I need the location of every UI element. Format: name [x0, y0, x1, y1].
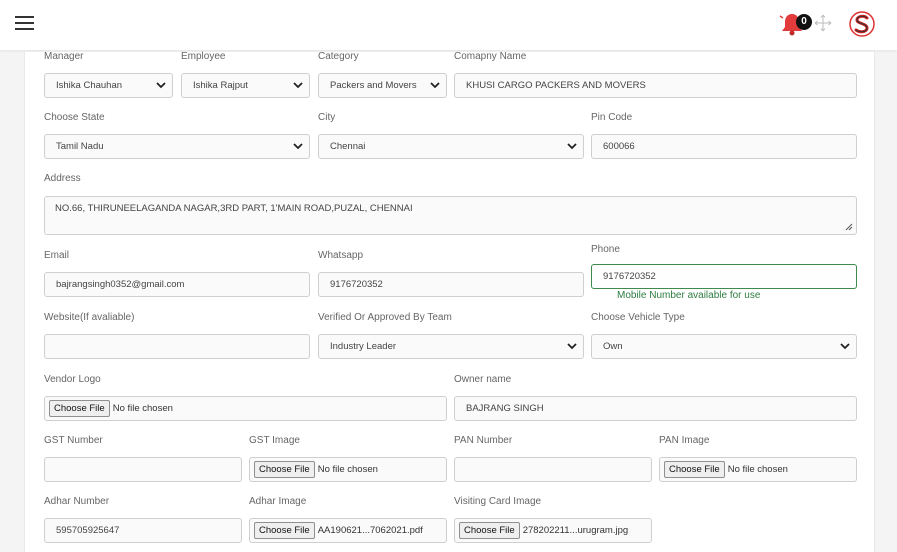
- adhar-image-file-input[interactable]: Choose File AA190621...7062021.pdf: [249, 518, 447, 543]
- employee-label: Employee: [181, 51, 226, 62]
- chevron-down-icon: [293, 82, 303, 89]
- pan-number-label: PAN Number: [454, 435, 513, 446]
- state-select[interactable]: Tamil Nadu: [44, 134, 310, 159]
- pincode-input[interactable]: 600066: [591, 134, 857, 159]
- choose-file-button[interactable]: Choose File: [459, 522, 520, 539]
- employee-value: Ishika Rajput: [193, 80, 248, 91]
- city-label: City: [318, 112, 336, 123]
- vehicle-type-value: Own: [603, 341, 623, 352]
- category-value: Packers and Movers: [330, 80, 417, 91]
- verified-label: Verified Or Approved By Team: [318, 312, 452, 323]
- category-label: Category: [318, 51, 359, 62]
- verified-value: Industry Leader: [330, 341, 397, 352]
- pan-image-label: PAN Image: [659, 435, 710, 446]
- move-icon[interactable]: [814, 14, 832, 32]
- choose-file-button[interactable]: Choose File: [254, 461, 315, 478]
- category-select[interactable]: Packers and Movers: [318, 73, 447, 98]
- file-name: No file chosen: [112, 403, 173, 414]
- state-label: Choose State: [44, 112, 105, 123]
- resize-grip-icon[interactable]: [845, 223, 853, 231]
- adhar-image-label: Adhar Image: [249, 496, 307, 507]
- chevron-down-icon: [567, 143, 577, 150]
- choose-file-button[interactable]: Choose File: [664, 461, 725, 478]
- whatsapp-input[interactable]: 9176720352: [318, 272, 584, 297]
- company-name-input[interactable]: KHUSI CARGO PACKERS AND MOVERS: [454, 73, 857, 98]
- state-value: Tamil Nadu: [56, 141, 104, 152]
- company-name-label: Comapny Name: [454, 51, 527, 62]
- phone-helper-text: Mobile Number available for use: [617, 290, 761, 301]
- pan-image-file-input[interactable]: Choose File No file chosen: [659, 457, 857, 482]
- visiting-card-file-input[interactable]: Choose File 278202211...urugram.jpg: [454, 518, 652, 543]
- manager-value: Ishika Chauhan: [56, 80, 123, 91]
- gst-number-label: GST Number: [44, 435, 103, 446]
- adhar-number-label: Adhar Number: [44, 496, 110, 507]
- address-value: NO.66, THIRUNEELAGANDA NAGAR,3RD PART, 1…: [55, 203, 413, 214]
- chevron-down-icon: [430, 82, 440, 89]
- chevron-down-icon: [156, 82, 166, 89]
- chevron-down-icon: [840, 343, 850, 350]
- website-label: Website(If avaliable): [44, 312, 135, 323]
- hamburger-icon[interactable]: [15, 16, 34, 30]
- email-label: Email: [44, 250, 70, 261]
- address-textarea[interactable]: NO.66, THIRUNEELAGANDA NAGAR,3RD PART, 1…: [44, 196, 857, 235]
- top-navbar: 0: [0, 0, 897, 50]
- city-select[interactable]: Chennai: [318, 134, 584, 159]
- visiting-card-label: Visiting Card Image: [454, 496, 542, 507]
- file-name: No file chosen: [727, 464, 788, 475]
- choose-file-button[interactable]: Choose File: [254, 522, 315, 539]
- file-name: AA190621...7062021.pdf: [317, 525, 423, 536]
- vehicle-type-label: Choose Vehicle Type: [591, 312, 685, 323]
- file-name: No file chosen: [317, 464, 378, 475]
- vendor-logo-file-input[interactable]: Choose File No file chosen: [44, 396, 447, 421]
- manager-label: Manager: [44, 51, 84, 62]
- employee-select[interactable]: Ishika Rajput: [181, 73, 310, 98]
- notification-count-badge: 0: [796, 14, 812, 30]
- choose-file-button[interactable]: Choose File: [49, 400, 110, 417]
- website-input[interactable]: [44, 334, 310, 359]
- phone-input[interactable]: 9176720352: [591, 264, 857, 289]
- chevron-down-icon: [567, 343, 577, 350]
- owner-name-label: Owner name: [454, 374, 512, 385]
- whatsapp-label: Whatsapp: [318, 250, 364, 261]
- file-name: 278202211...urugram.jpg: [522, 525, 629, 536]
- verified-select[interactable]: Industry Leader: [318, 334, 584, 359]
- city-value: Chennai: [330, 141, 366, 152]
- email-input[interactable]: bajrangsingh0352@gmail.com: [44, 272, 310, 297]
- adhar-number-input[interactable]: 595705925647: [44, 518, 242, 543]
- brand-logo-icon[interactable]: [849, 11, 875, 37]
- vehicle-type-select[interactable]: Own: [591, 334, 857, 359]
- pincode-label: Pin Code: [591, 112, 633, 123]
- owner-name-input[interactable]: BAJRANG SINGH: [454, 396, 857, 421]
- vendor-logo-label: Vendor Logo: [44, 374, 101, 385]
- manager-select[interactable]: Ishika Chauhan: [44, 73, 173, 98]
- gst-image-file-input[interactable]: Choose File No file chosen: [249, 457, 447, 482]
- gst-image-label: GST Image: [249, 435, 300, 446]
- address-label: Address: [44, 173, 81, 184]
- gst-number-input[interactable]: [44, 457, 242, 482]
- phone-label: Phone: [591, 244, 620, 255]
- chevron-down-icon: [293, 143, 303, 150]
- pan-number-input[interactable]: [454, 457, 652, 482]
